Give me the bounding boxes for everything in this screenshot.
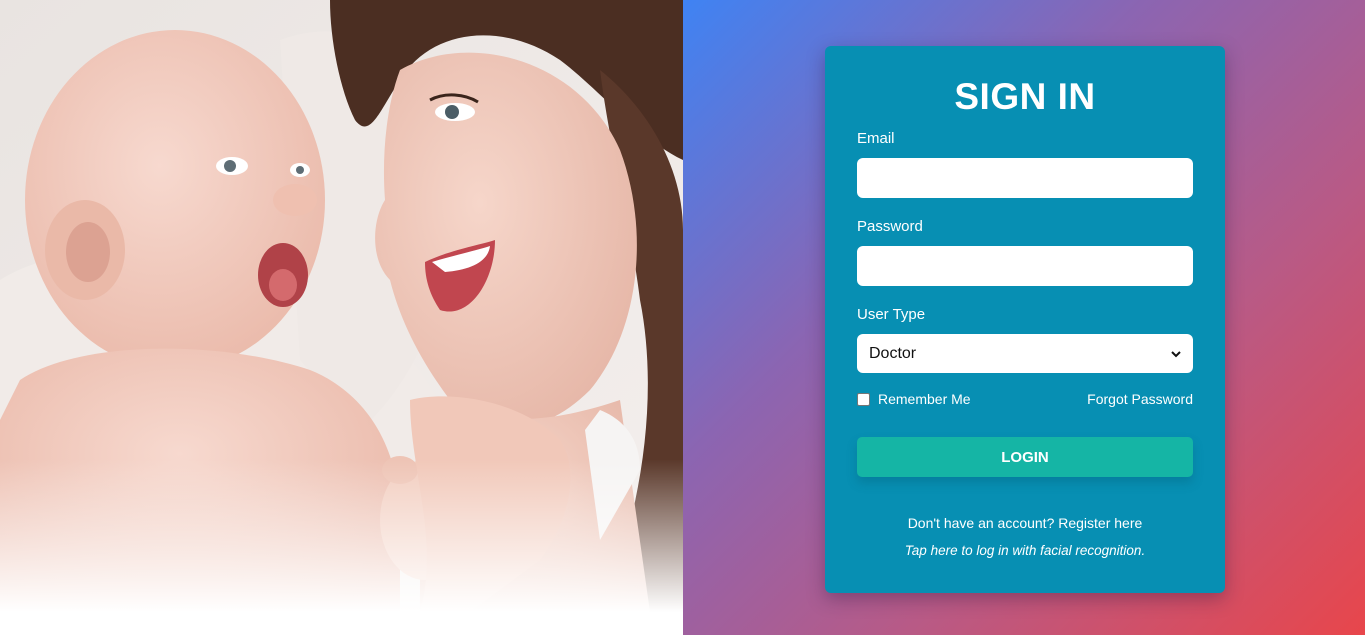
login-panel: SIGN IN Email Password User Type Doctor … — [683, 0, 1365, 635]
facial-recognition-link[interactable]: Tap here to log in with facial recogniti… — [825, 543, 1225, 558]
register-prompt: Don't have an account? Register here — [825, 515, 1225, 531]
remember-me-label: Remember Me — [878, 391, 971, 407]
user-type-label: User Type — [857, 306, 926, 323]
checkbox-icon[interactable] — [857, 392, 870, 406]
remember-me[interactable]: Remember Me — [857, 391, 971, 407]
email-label: Email — [857, 130, 895, 147]
register-link[interactable]: Register here — [1058, 515, 1142, 531]
password-label: Password — [857, 218, 923, 235]
login-page: SIGN IN Email Password User Type Doctor … — [0, 0, 1365, 635]
user-type-select[interactable]: Doctor — [857, 334, 1193, 373]
chevron-down-icon — [1171, 350, 1181, 357]
email-field[interactable] — [857, 158, 1193, 198]
signin-title: SIGN IN — [954, 76, 1096, 117]
register-prefix: Don't have an account? — [907, 515, 1055, 531]
user-type-selected: Doctor — [869, 344, 917, 362]
signin-card: SIGN IN Email Password User Type Doctor … — [825, 46, 1225, 593]
password-field[interactable] — [857, 246, 1193, 286]
hero-image — [0, 0, 683, 635]
login-button[interactable]: LOGIN — [857, 437, 1193, 477]
forgot-password-link[interactable]: Forgot Password — [1087, 391, 1193, 407]
